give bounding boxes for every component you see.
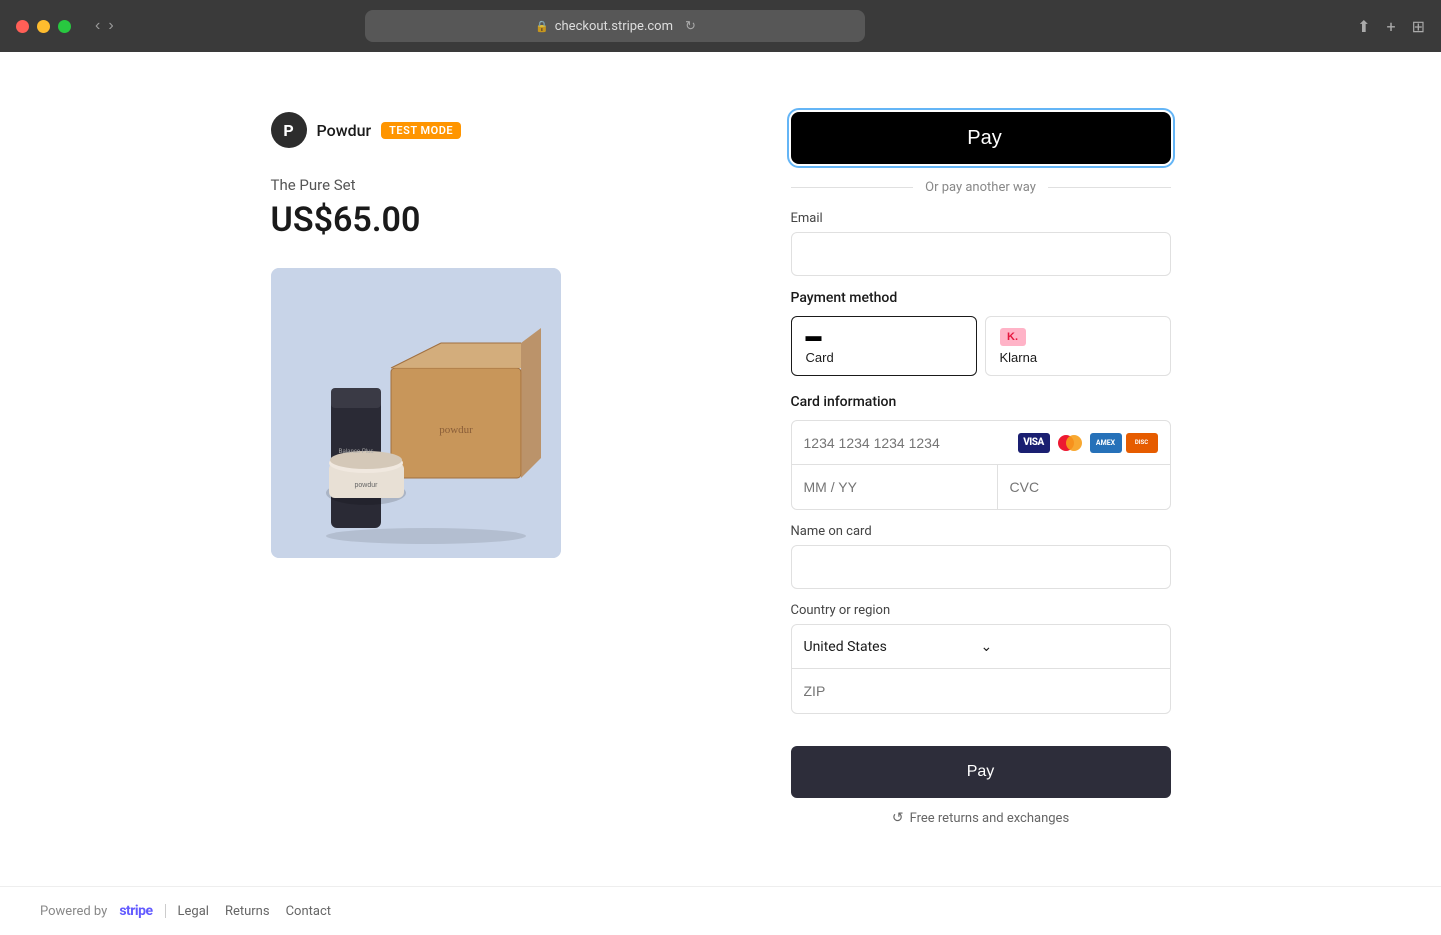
- country-section: Country or region United States ⌄: [791, 603, 1171, 714]
- name-on-card-input[interactable]: [791, 545, 1171, 589]
- card-cvc-input[interactable]: [998, 465, 1171, 509]
- share-icon[interactable]: ⬆: [1357, 17, 1370, 36]
- visa-logo: VISA: [1018, 433, 1050, 453]
- page-content: P Powdur TEST MODE The Pure Set US$65.00: [0, 52, 1441, 886]
- new-tab-icon[interactable]: +: [1387, 17, 1396, 36]
- url-text: checkout.stripe.com: [555, 19, 673, 34]
- amex-logo: AMEX: [1090, 433, 1122, 453]
- brand-logo: P: [271, 112, 307, 148]
- card-tab-label: Card: [806, 350, 834, 365]
- zip-input[interactable]: [792, 669, 1170, 713]
- free-returns-text: Free returns and exchanges: [910, 811, 1070, 826]
- browser-nav: ‹ ›: [95, 17, 114, 35]
- brand-name: Powdur: [317, 121, 372, 140]
- close-dot[interactable]: [16, 20, 29, 33]
- product-name: The Pure Set: [271, 176, 691, 194]
- right-panel: Pay Or pay another way Email Payment met…: [791, 112, 1171, 826]
- name-on-card-section: Name on card: [791, 524, 1171, 589]
- product-price: US$65.00: [271, 200, 691, 240]
- country-select[interactable]: United States ⌄: [792, 625, 1170, 669]
- minimize-dot[interactable]: [37, 20, 50, 33]
- card-icon: ▬: [806, 328, 822, 346]
- klarna-tab[interactable]: K. Klarna: [985, 316, 1171, 376]
- browser-chrome: ‹ › 🔒 checkout.stripe.com ↻ ⬆ + ⊞: [0, 0, 1441, 52]
- card-number-row: VISA AMEX DISC: [792, 421, 1170, 465]
- discover-logo: DISC: [1126, 433, 1158, 453]
- chevron-down-icon: ⌄: [981, 639, 1158, 655]
- divider-right: [1048, 187, 1171, 188]
- klarna-tab-label: Klarna: [1000, 350, 1038, 365]
- payment-method-label: Payment method: [791, 290, 1171, 306]
- browser-actions: ⬆ + ⊞: [1357, 17, 1425, 36]
- forward-button[interactable]: ›: [108, 17, 113, 35]
- returns-link[interactable]: Returns: [225, 904, 270, 919]
- card-info-label: Card information: [791, 394, 1171, 410]
- free-returns: ↺ Free returns and exchanges: [791, 810, 1171, 826]
- card-number-input[interactable]: [804, 435, 1018, 451]
- email-input[interactable]: [791, 232, 1171, 276]
- fullscreen-dot[interactable]: [58, 20, 71, 33]
- reload-icon[interactable]: ↻: [685, 19, 696, 34]
- svg-text:powdur: powdur: [354, 482, 378, 489]
- stripe-logo: stripe: [119, 903, 152, 919]
- payment-methods: ▬ Card K. Klarna: [791, 316, 1171, 376]
- test-mode-badge: TEST MODE: [381, 122, 461, 139]
- divider-left: [791, 187, 914, 188]
- apple-pay-button[interactable]: Pay: [791, 112, 1171, 164]
- divider-row: Or pay another way: [791, 180, 1171, 195]
- returns-icon: ↺: [892, 810, 904, 826]
- card-logos: VISA AMEX DISC: [1018, 433, 1158, 453]
- card-tab[interactable]: ▬ Card: [791, 316, 977, 376]
- product-image: powdur powdur Balance Plus: [271, 268, 561, 558]
- svg-text:powdur: powdur: [439, 424, 473, 436]
- browser-dots: [16, 20, 71, 33]
- address-bar[interactable]: 🔒 checkout.stripe.com ↻: [365, 10, 865, 42]
- mastercard-logo: [1054, 433, 1086, 453]
- back-button[interactable]: ‹: [95, 17, 100, 35]
- divider-text: Or pay another way: [925, 180, 1036, 195]
- email-section: Email: [791, 211, 1171, 276]
- pay-button[interactable]: Pay: [791, 746, 1171, 798]
- card-info-group: VISA AMEX DISC: [791, 420, 1171, 510]
- card-expiry-cvc-row: [792, 465, 1170, 509]
- left-panel: P Powdur TEST MODE The Pure Set US$65.00: [271, 112, 691, 558]
- country-group: United States ⌄: [791, 624, 1171, 714]
- country-label: Country or region: [791, 603, 1171, 618]
- payment-method-section: Payment method ▬ Card K. Klarna: [791, 290, 1171, 376]
- svg-text:Balance Plus: Balance Plus: [338, 449, 373, 455]
- powered-by-text: Powered by: [40, 904, 107, 919]
- brand-header: P Powdur TEST MODE: [271, 112, 691, 148]
- card-expiry-input[interactable]: [792, 465, 998, 509]
- contact-link[interactable]: Contact: [286, 904, 331, 919]
- card-info-section: Card information VISA AMEX DISC: [791, 394, 1171, 510]
- grid-icon[interactable]: ⊞: [1412, 17, 1425, 36]
- footer-divider: [165, 904, 166, 918]
- klarna-icon: K.: [1000, 328, 1026, 346]
- apple-pay-label: Pay: [967, 127, 1001, 150]
- lock-icon: 🔒: [535, 20, 549, 33]
- country-value: United States: [804, 639, 981, 655]
- legal-link[interactable]: Legal: [178, 904, 209, 919]
- footer-links: Legal Returns Contact: [178, 904, 332, 919]
- footer: Powered by stripe Legal Returns Contact: [0, 886, 1441, 935]
- name-on-card-label: Name on card: [791, 524, 1171, 539]
- email-label: Email: [791, 211, 1171, 226]
